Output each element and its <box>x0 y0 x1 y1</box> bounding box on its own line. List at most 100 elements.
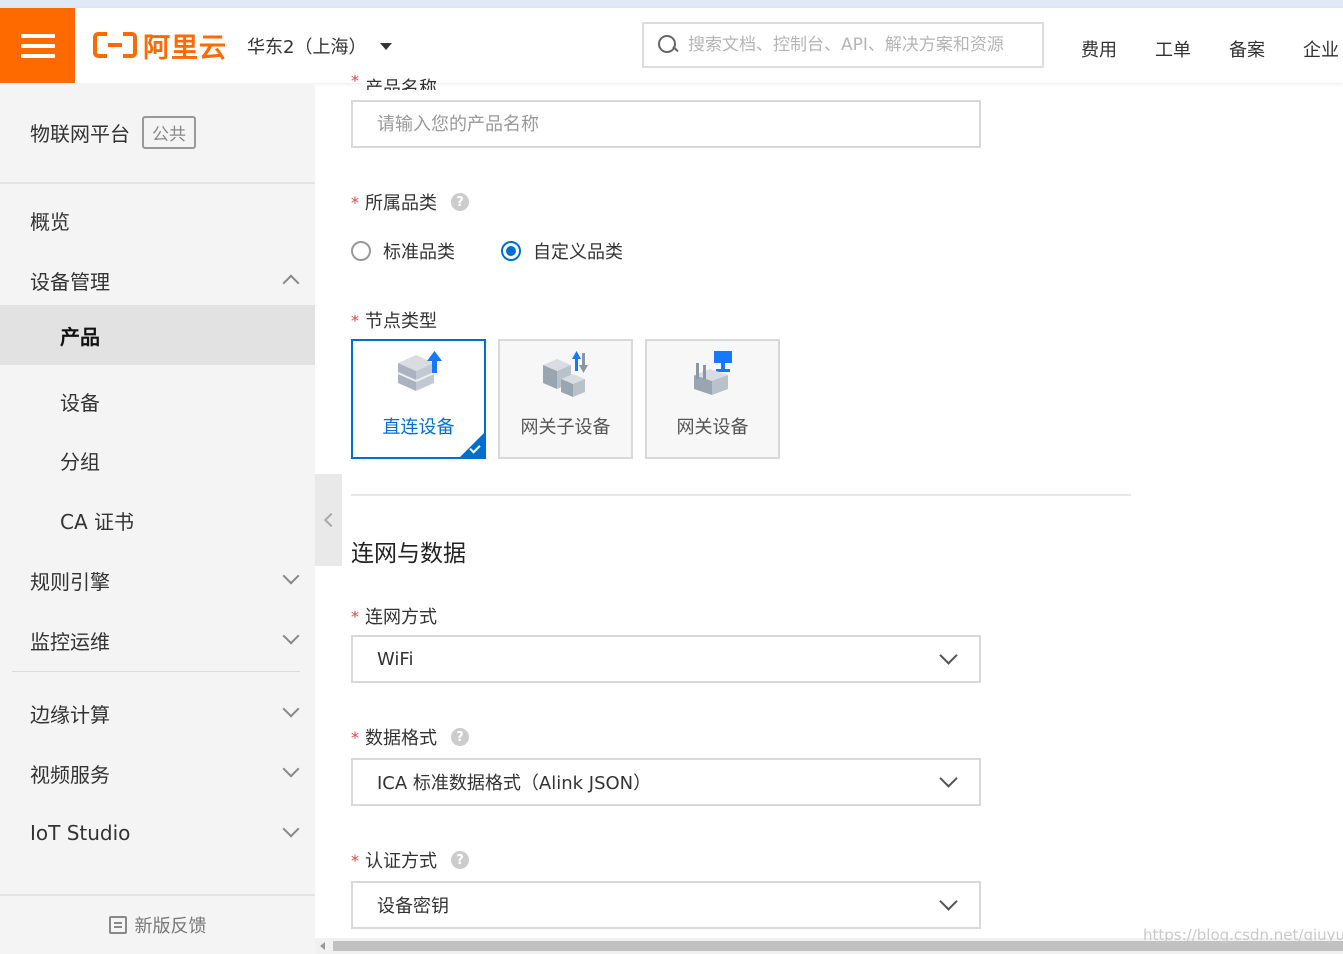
chevron-down-icon <box>282 760 300 778</box>
radio-custom-category[interactable]: 自定义品类 <box>501 238 623 264</box>
gateway-subdevice-icon <box>542 351 588 397</box>
sidebar-item-label: 概览 <box>30 209 70 234</box>
required-marker: * <box>351 192 359 212</box>
sidebar-divider <box>12 671 300 672</box>
help-icon[interactable]: ? <box>451 193 469 211</box>
auth-select[interactable]: 设备密钥 <box>351 881 981 929</box>
sidebar-item-label: 视频服务 <box>30 762 110 787</box>
sidebar-header: 物联网平台 公共 <box>0 83 315 184</box>
region-label: 华东2（上海） <box>247 37 367 58</box>
sidebar-item-rule-engine[interactable]: 规则引擎 <box>0 550 315 610</box>
top-link-enterprise[interactable]: 企业 <box>1303 36 1339 62</box>
node-type-label: 网关子设备 <box>520 417 611 438</box>
chevron-left-icon <box>323 512 338 528</box>
top-links: 费用 工单 备案 企业 <box>1081 36 1339 62</box>
help-icon[interactable]: ? <box>451 728 469 746</box>
sidebar-item-monitoring[interactable]: 监控运维 <box>0 610 315 670</box>
network-label-text: 连网方式 <box>365 607 437 628</box>
aliyun-logo-icon <box>93 30 137 60</box>
search-icon <box>658 35 678 55</box>
help-icon[interactable]: ? <box>451 851 469 869</box>
sidebar: 物联网平台 公共 概览 设备管理 产品 设备 分组 CA 证书 规则引擎 监控运… <box>0 83 315 954</box>
radio-label: 标准品类 <box>383 242 455 263</box>
sidebar-item-group[interactable]: 分组 <box>0 430 315 490</box>
required-marker: * <box>351 72 359 90</box>
logo-text: 阿里云 <box>143 32 227 64</box>
sidebar-item-overview[interactable]: 概览 <box>0 190 315 250</box>
sidebar-item-device-management[interactable]: 设备管理 <box>0 250 315 310</box>
top-link-icp[interactable]: 备案 <box>1229 36 1265 62</box>
sidebar-item-label: 设备 <box>60 390 100 415</box>
sidebar-collapse-button[interactable] <box>315 474 342 566</box>
chevron-down-icon <box>282 700 300 718</box>
sidebar-item-label: 产品 <box>60 324 100 349</box>
aliyun-logo[interactable]: 阿里云 <box>93 28 227 64</box>
node-type-gateway-subdevice[interactable]: 网关子设备 <box>498 339 633 459</box>
sidebar-item-device[interactable]: 设备 <box>0 371 315 431</box>
caret-down-icon <box>380 42 393 50</box>
select-value: ICA 标准数据格式（Alink JSON） <box>377 773 652 794</box>
browser-strip <box>0 0 1343 8</box>
gateway-device-icon <box>693 351 732 395</box>
radio-standard-category[interactable]: 标准品类 <box>351 238 455 264</box>
instance-tag: 公共 <box>142 116 196 149</box>
radio-circle <box>351 241 371 261</box>
menu-line <box>20 43 55 48</box>
data-format-select[interactable]: ICA 标准数据格式（Alink JSON） <box>351 758 981 806</box>
sidebar-item-product[interactable]: 产品 <box>0 305 315 365</box>
category-label: * 所属品类 ? <box>351 189 469 215</box>
node-type-label: 网关设备 <box>676 417 749 438</box>
region-selector[interactable]: 华东2（上海） <box>247 33 393 59</box>
sidebar-item-label: 监控运维 <box>30 629 110 654</box>
node-type-gateway-device[interactable]: 网关设备 <box>645 339 780 459</box>
watermark: https://blog.csdn.net/qiuyu1 <box>1143 926 1343 944</box>
menu-line <box>20 33 55 38</box>
sidebar-item-video-service[interactable]: 视频服务 <box>0 743 315 803</box>
menu-line <box>20 53 55 58</box>
sidebar-item-label: 边缘计算 <box>30 702 110 727</box>
network-select[interactable]: WiFi <box>351 635 981 683</box>
product-name-label: * 产品名称 <box>351 72 437 90</box>
chevron-up-icon <box>282 274 300 292</box>
sidebar-item-label: 分组 <box>60 449 100 474</box>
sidebar-item-iot-studio[interactable]: IoT Studio <box>0 803 315 863</box>
chevron-down-icon <box>939 892 958 911</box>
node-type-label: 直连设备 <box>382 417 455 438</box>
chevron-down-icon <box>282 627 300 645</box>
required-marker: * <box>351 850 359 870</box>
search-input[interactable] <box>688 35 1028 55</box>
sidebar-item-label: CA 证书 <box>60 509 135 534</box>
product-name-input[interactable] <box>351 100 981 148</box>
feedback-label: 新版反馈 <box>134 916 207 937</box>
global-search[interactable] <box>642 22 1044 68</box>
sidebar-item-label: 规则引擎 <box>30 569 110 594</box>
required-marker: * <box>351 606 359 626</box>
node-type-label: * 节点类型 <box>351 307 437 333</box>
sidebar-item-ca-certificate[interactable]: CA 证书 <box>0 490 315 550</box>
section-divider <box>351 494 1131 496</box>
chevron-down-icon <box>282 820 300 838</box>
sidebar-item-edge-computing[interactable]: 边缘计算 <box>0 683 315 743</box>
chevron-down-icon <box>282 567 300 585</box>
sidebar-title: 物联网平台 <box>30 122 130 146</box>
section-title: 连网与数据 <box>351 541 466 567</box>
node-type-direct-device[interactable]: 直连设备 <box>351 339 486 459</box>
network-label: * 连网方式 <box>351 603 437 629</box>
category-label-text: 所属品类 <box>365 193 437 214</box>
node-type-label-text: 节点类型 <box>365 311 437 332</box>
auth-label: * 认证方式 ? <box>351 847 469 873</box>
scroll-left-icon[interactable] <box>320 942 325 950</box>
sidebar-item-label: IoT Studio <box>30 821 131 845</box>
top-link-ticket[interactable]: 工单 <box>1155 36 1191 62</box>
radio-circle-checked <box>501 241 521 261</box>
top-link-billing[interactable]: 费用 <box>1081 36 1117 62</box>
hamburger-menu-button[interactable] <box>0 8 75 83</box>
feedback-button[interactable]: 新版反馈 <box>0 894 315 954</box>
chevron-down-icon <box>939 646 958 665</box>
required-marker: * <box>351 310 359 330</box>
feedback-icon <box>108 916 127 934</box>
required-marker: * <box>351 727 359 747</box>
data-format-label: * 数据格式 ? <box>351 724 469 750</box>
data-format-label-text: 数据格式 <box>365 728 437 749</box>
direct-device-icon <box>397 351 442 391</box>
